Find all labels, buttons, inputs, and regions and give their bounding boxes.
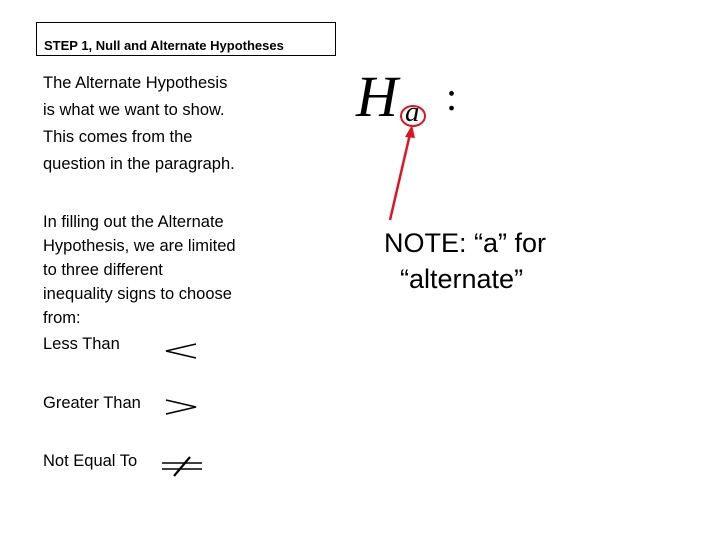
highlight-circle [400,105,426,127]
annotation-overlay [388,105,426,221]
note-line-2: “alternate” [400,264,524,294]
annotation-arrow-line [388,133,412,221]
note-line-1: NOTE: “a” for [384,228,547,258]
